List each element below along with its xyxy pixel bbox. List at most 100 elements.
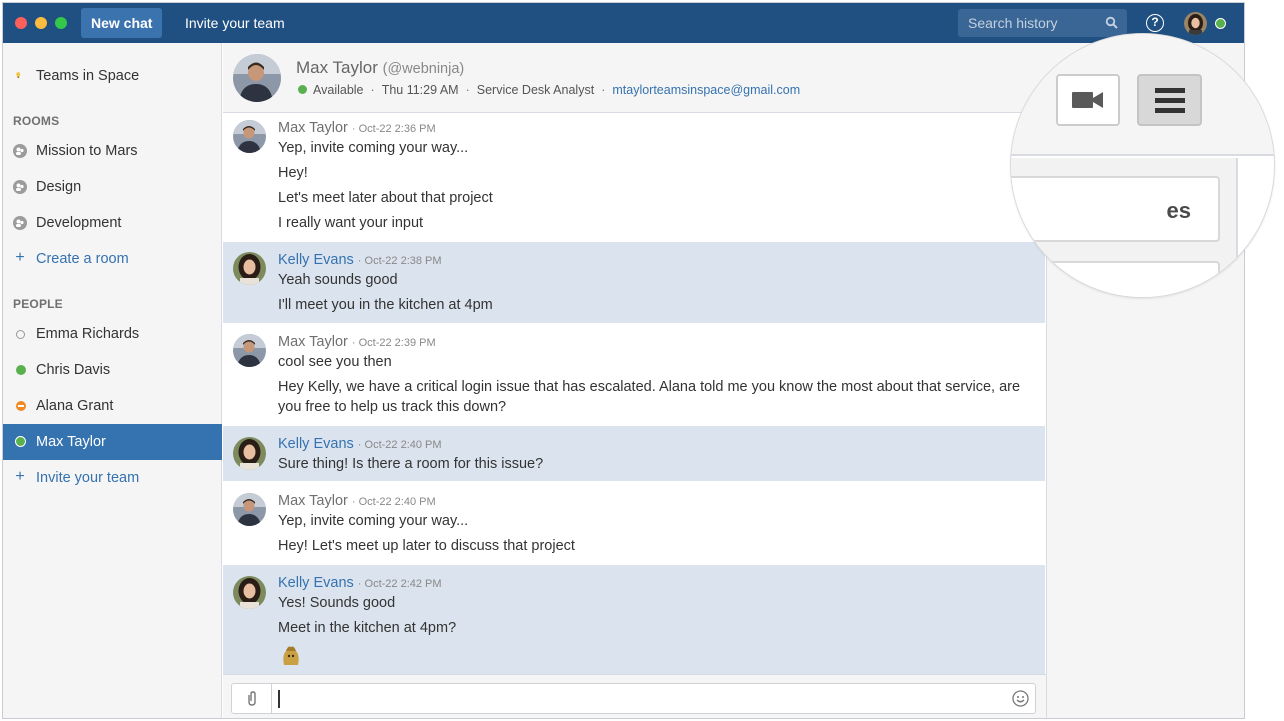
text-caret — [278, 690, 280, 708]
sticker-icon[interactable] — [280, 643, 302, 667]
timestamp: · Oct-22 2:40 PM — [351, 496, 436, 508]
avatar[interactable] — [233, 493, 266, 526]
rooms-heading: ROOMS — [13, 114, 60, 128]
lightbulb-icon — [16, 72, 21, 78]
message-text: Hey! — [278, 165, 308, 181]
timestamp: · Oct-22 2:42 PM — [357, 578, 442, 590]
contact-role: Service Desk Analyst — [476, 83, 595, 97]
emoji-icon[interactable] — [1012, 690, 1029, 707]
message-group: Kelly Evans · Oct-22 2:38 PM Yeah sounds… — [223, 242, 1045, 323]
user-status-indicator — [1215, 18, 1226, 29]
message-text: Yep, invite coming your way... — [278, 513, 469, 529]
search-icon[interactable] — [1105, 16, 1119, 30]
create-room-link[interactable]: + Create a room — [3, 241, 222, 277]
room-icon — [13, 216, 27, 230]
search-input[interactable] — [968, 9, 1098, 37]
message-group: Max Taylor · Oct-22 2:36 PM Yep, invite … — [223, 114, 1045, 242]
author-name[interactable]: Kelly Evans — [278, 252, 354, 268]
sidebar-item-label: Emma Richards — [36, 326, 140, 342]
attach-button[interactable] — [232, 684, 272, 713]
author-name[interactable]: Max Taylor — [278, 493, 348, 509]
sidebar-item-label: Teams in Space — [36, 68, 140, 84]
sidebar-item-label: Max Taylor — [36, 434, 106, 450]
message-group: Kelly Evans · Oct-22 2:40 PM Sure thing!… — [223, 426, 1045, 481]
author-name[interactable]: Max Taylor — [278, 120, 348, 136]
sidebar-item-chris-davis[interactable]: Chris Davis — [3, 352, 222, 388]
invite-team-sidebar-link[interactable]: + Invite your team — [3, 460, 222, 496]
contact-display-name: Max Taylor — [296, 58, 378, 77]
avatar[interactable] — [233, 334, 266, 367]
author-name[interactable]: Max Taylor — [278, 334, 348, 350]
author-name[interactable]: Kelly Evans — [278, 575, 354, 591]
sidebar-item-label: Invite your team — [36, 470, 140, 486]
invite-team-link[interactable]: Invite your team — [185, 3, 285, 43]
sidebar-item-emma-richards[interactable]: Emma Richards — [3, 316, 222, 352]
avatar[interactable] — [233, 252, 266, 285]
new-chat-button[interactable]: New chat — [81, 8, 163, 38]
sidebar-item-label: Alana Grant — [36, 398, 114, 414]
user-avatar[interactable] — [1184, 12, 1207, 35]
avatar[interactable] — [233, 120, 266, 153]
timestamp: · Oct-22 2:39 PM — [351, 337, 436, 349]
message-text: I really want your input — [278, 215, 424, 231]
video-call-button[interactable] — [1056, 74, 1120, 126]
message-header: Kelly Evans · Oct-22 2:40 PM — [278, 436, 442, 452]
contact-local-time: Thu 11:29 AM — [381, 83, 459, 97]
message-group: Max Taylor · Oct-22 2:40 PM Yep, invite … — [223, 481, 1045, 565]
plus-icon: + — [15, 249, 25, 266]
separator: · — [601, 83, 606, 97]
message-text: Sure thing! Is there a room for this iss… — [278, 456, 544, 472]
message-group: Max Taylor · Oct-22 2:39 PM cool see you… — [223, 323, 1045, 426]
contact-avatar[interactable] — [233, 54, 281, 102]
people-heading: PEOPLE — [13, 297, 63, 311]
offline-status-icon — [16, 330, 25, 339]
search-history[interactable] — [958, 9, 1127, 37]
message-text: Hey Kelly, we have a critical login issu… — [278, 379, 1021, 415]
sidebar-item-alana-grant[interactable]: Alana Grant — [3, 388, 222, 424]
menu-icon — [1155, 88, 1185, 113]
room-icon — [13, 180, 27, 194]
message-list: Max Taylor · Oct-22 2:36 PM Yep, invite … — [223, 114, 1045, 674]
contact-status: Available — [313, 83, 364, 97]
message-input[interactable] — [231, 683, 1036, 714]
message-group: Kelly Evans · Oct-22 2:42 PM Yes! Sounds… — [223, 565, 1045, 674]
message-text: I'll meet you in the kitchen at 4pm — [278, 297, 493, 313]
sidebar-item-label: Mission to Mars — [36, 143, 138, 159]
maximize-window-button[interactable] — [55, 17, 67, 29]
message-text: cool see you then — [278, 354, 392, 370]
magnified-panel: es — [1011, 158, 1238, 297]
sidebar-item-label: Create a room — [36, 251, 129, 267]
timestamp: · Oct-22 2:38 PM — [357, 255, 442, 267]
do-not-disturb-status-icon — [16, 401, 26, 411]
message-header: Max Taylor · Oct-22 2:36 PM — [278, 120, 436, 136]
sidebar-item-max-taylor[interactable]: Max Taylor — [3, 424, 222, 460]
author-name[interactable]: Kelly Evans — [278, 436, 354, 452]
plus-icon: + — [15, 468, 25, 485]
magnified-card: es — [1011, 176, 1220, 242]
paperclip-icon — [248, 691, 256, 706]
minimize-window-button[interactable] — [35, 17, 47, 29]
sidebar-item-team[interactable]: Teams in Space — [3, 58, 222, 94]
sidebar-item-mission-to-mars[interactable]: Mission to Mars — [3, 133, 222, 169]
magnified-card — [1011, 261, 1220, 297]
sidebar-item-label: Design — [36, 179, 82, 195]
help-icon[interactable]: ? — [1146, 14, 1164, 32]
avatar[interactable] — [233, 437, 266, 470]
sidebar-item-development[interactable]: Development — [3, 205, 222, 241]
message-text: Yes! Sounds good — [278, 595, 396, 611]
contact-email-link[interactable]: mtaylorteamsinspace@gmail.com — [612, 83, 800, 97]
contact-name: Max Taylor (@webninja) — [296, 58, 464, 78]
room-menu-button[interactable] — [1137, 74, 1202, 126]
separator: · — [465, 83, 470, 97]
video-icon — [1072, 92, 1103, 108]
timestamp: · Oct-22 2:40 PM — [357, 439, 442, 451]
avatar[interactable] — [233, 576, 266, 609]
contact-handle: (@webninja) — [382, 61, 465, 77]
close-window-button[interactable] — [15, 17, 27, 29]
sidebar-item-design[interactable]: Design — [3, 169, 222, 205]
message-text: Yep, invite coming your way... — [278, 140, 469, 156]
magnified-header — [1011, 34, 1274, 156]
sidebar: Teams in Space ROOMS Mission to Mars Des… — [3, 43, 222, 718]
message-composer — [223, 674, 1046, 718]
separator: · — [370, 83, 375, 97]
